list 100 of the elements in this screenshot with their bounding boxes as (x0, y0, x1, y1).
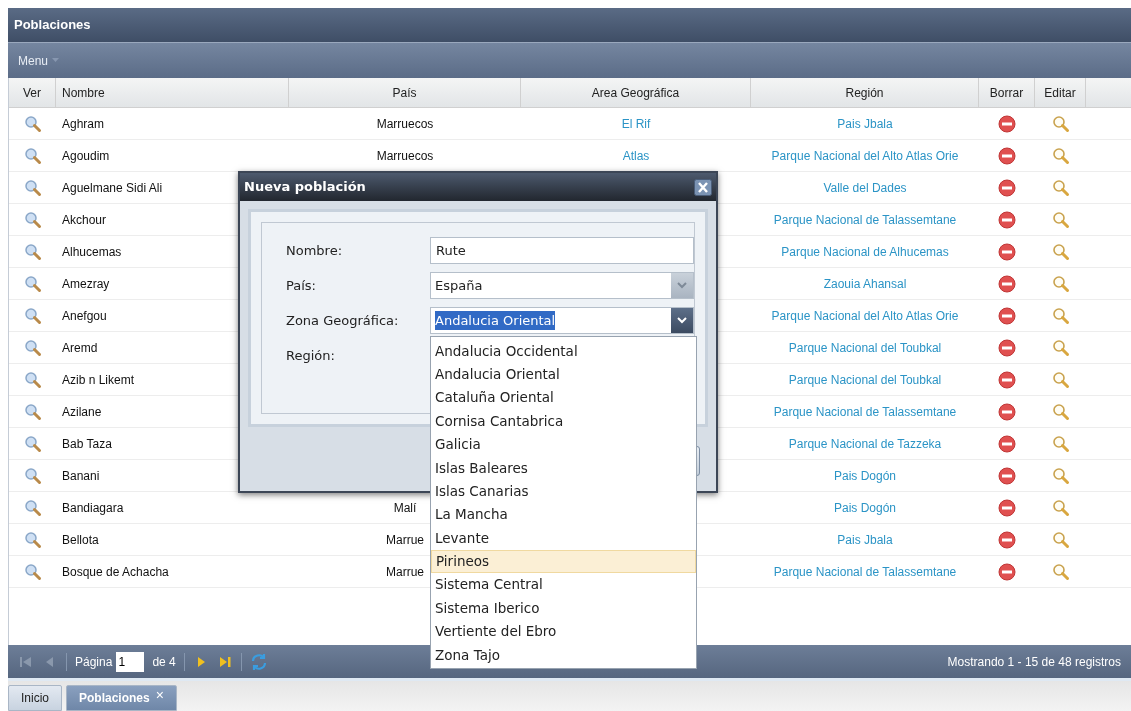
delete-button[interactable] (998, 498, 1016, 517)
region-link[interactable]: Pais Jbala (837, 530, 893, 549)
dropdown-option[interactable]: Vertiente del Ebro (431, 619, 696, 644)
column-header[interactable]: Editar (1035, 78, 1086, 107)
region-link[interactable]: Parque Nacional de Talassemtane (773, 562, 957, 581)
delete-button[interactable] (998, 114, 1016, 133)
region-link[interactable]: Parque Nacional del Toubkal (788, 370, 942, 389)
page-label: Página (75, 653, 113, 671)
name-cell-text: Anefgou (62, 307, 107, 325)
region-link[interactable]: Valle del Dades (823, 178, 907, 197)
delete-button[interactable] (998, 402, 1016, 421)
dropdown-option[interactable]: Islas Baleares (431, 455, 696, 480)
region-link[interactable]: Pais Dogón (833, 498, 896, 517)
combo-box[interactable]: España (430, 272, 694, 299)
column-header[interactable]: Nombre (56, 78, 289, 107)
region-link[interactable]: Parque Nacional de Tazzeka (788, 434, 942, 453)
region-link[interactable]: Parque Nacional del Alto Atlas Orie (771, 306, 959, 325)
edit-button[interactable] (1051, 466, 1070, 485)
delete-button[interactable] (998, 530, 1016, 549)
close-button[interactable] (694, 178, 712, 196)
area-link[interactable]: Atlas (622, 146, 650, 165)
region-link[interactable]: Parque Nacional de Alhucemas (781, 242, 949, 261)
view-button[interactable] (23, 370, 42, 389)
dropdown-option[interactable]: Andalucia Occidental (431, 339, 696, 363)
name-input[interactable]: Rute (430, 237, 694, 264)
name-cell-text: Banani (62, 467, 100, 485)
tab[interactable]: Inicio (8, 685, 62, 711)
delete-button[interactable] (998, 370, 1016, 389)
column-header[interactable]: Borrar (979, 78, 1035, 107)
dropdown-option[interactable]: Cornisa Cantabrica (431, 409, 696, 433)
dropdown-option[interactable]: Cataluña Oriental (431, 385, 696, 410)
area-link[interactable]: El Rif (621, 114, 651, 133)
edit-button[interactable] (1051, 530, 1070, 549)
dropdown-option[interactable]: Andalucia Oriental (431, 362, 696, 386)
dropdown-option[interactable]: Levante (431, 526, 696, 550)
view-button[interactable] (23, 146, 42, 165)
delete-button[interactable] (998, 562, 1016, 581)
dialog-title: Nueva población (244, 178, 366, 197)
edit-button[interactable] (1051, 434, 1070, 453)
edit-button[interactable] (1051, 210, 1070, 229)
edit-button[interactable] (1051, 562, 1070, 581)
column-header[interactable]: País (289, 78, 521, 107)
view-button[interactable] (23, 466, 42, 485)
edit-button[interactable] (1051, 498, 1070, 517)
field-label: País: (286, 276, 317, 295)
dropdown-option[interactable]: Islas Canarias (431, 479, 696, 503)
edit-button[interactable] (1051, 274, 1070, 293)
name-cell-text: Akchour (62, 211, 107, 229)
edit-button[interactable] (1051, 370, 1070, 389)
column-header[interactable]: Región (751, 78, 979, 107)
delete-button[interactable] (998, 146, 1016, 165)
page-input[interactable]: 1 (116, 651, 145, 672)
view-button[interactable] (23, 274, 42, 293)
view-button[interactable] (23, 338, 42, 357)
field-label: Zona Geográfica: (286, 311, 400, 330)
view-button[interactable] (23, 530, 42, 549)
delete-button[interactable] (998, 466, 1016, 485)
edit-button[interactable] (1051, 242, 1070, 261)
delete-button[interactable] (998, 242, 1016, 261)
dropdown-option[interactable]: La Mancha (431, 502, 696, 527)
region-link[interactable]: Parque Nacional del Toubkal (788, 338, 942, 357)
edit-button[interactable] (1051, 146, 1070, 165)
view-button[interactable] (23, 434, 42, 453)
menu-button[interactable]: Menu (18, 51, 60, 70)
refresh-button[interactable] (249, 652, 268, 671)
view-button[interactable] (23, 210, 42, 229)
edit-button[interactable] (1051, 114, 1070, 133)
view-button[interactable] (23, 402, 42, 421)
delete-button[interactable] (998, 178, 1016, 197)
edit-button[interactable] (1051, 178, 1070, 197)
edit-button[interactable] (1051, 402, 1070, 421)
region-link[interactable]: Pais Dogón (833, 466, 896, 485)
delete-button[interactable] (998, 306, 1016, 325)
view-button[interactable] (23, 562, 42, 581)
view-button[interactable] (23, 114, 42, 133)
region-link[interactable]: Parque Nacional del Alto Atlas Orie (771, 146, 959, 165)
column-header[interactable]: Area Geográfica (521, 78, 751, 107)
view-button[interactable] (23, 242, 42, 261)
name-cell-text: Azib n Likemt (62, 371, 135, 389)
region-link[interactable]: Pais Jbala (837, 114, 893, 133)
edit-button[interactable] (1051, 338, 1070, 357)
dropdown-option[interactable]: Galicia (431, 432, 696, 456)
column-header[interactable]: Ver (9, 78, 56, 107)
region-link[interactable]: Parque Nacional de Talassemtane (773, 402, 957, 421)
view-button[interactable] (23, 498, 42, 517)
view-button[interactable] (23, 178, 42, 197)
dropdown-option[interactable]: Sistema Central (431, 572, 696, 597)
dropdown-option[interactable]: Zona Tajo (431, 643, 696, 667)
delete-button[interactable] (998, 338, 1016, 357)
region-link[interactable]: Parque Nacional de Talassemtane (773, 210, 957, 229)
edit-button[interactable] (1051, 306, 1070, 325)
region-link[interactable]: Zaouia Ahansal (823, 274, 907, 293)
view-button[interactable] (23, 306, 42, 325)
delete-button[interactable] (998, 274, 1016, 293)
page-count: de 4 (152, 653, 176, 671)
delete-button[interactable] (998, 210, 1016, 229)
dropdown-option[interactable]: Sistema Iberico (431, 596, 696, 620)
name-cell-text: Aghram (62, 115, 105, 133)
dropdown-option[interactable]: Pirineos (431, 549, 696, 573)
delete-button[interactable] (998, 434, 1016, 453)
